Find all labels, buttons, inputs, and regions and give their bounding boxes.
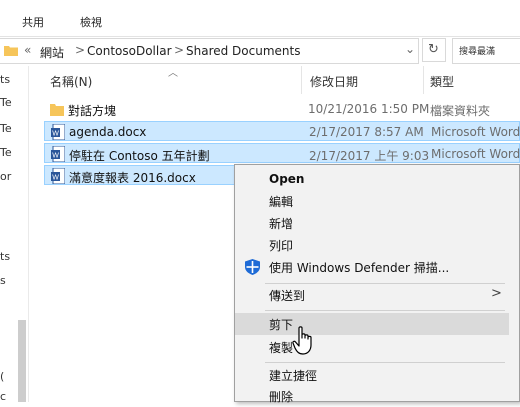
file-name: 滿意度報表 2016.docx (69, 171, 196, 185)
menu-item-label: 新增 (269, 217, 294, 231)
menu-item-label: 複製 (269, 341, 294, 355)
nav-item[interactable]: Te (0, 122, 12, 135)
file-name: agenda.docx (69, 125, 147, 139)
search-input[interactable]: 搜尋最滿 (452, 38, 520, 64)
nav-item[interactable]: s (0, 274, 6, 287)
nav-item[interactable]: ( (0, 370, 4, 383)
sort-ascending-icon: ︿ (168, 68, 178, 79)
file-name: 對話方塊 (68, 104, 117, 118)
menu-item-label: 建立捷徑 (269, 369, 318, 383)
svg-text:W: W (52, 153, 59, 160)
file-row[interactable]: W 停駐在 Contoso 五年計劃 2/17/2017 上午 9:03 Mic… (44, 143, 520, 163)
address-bar[interactable]: « 網站 > ContosoDollar > Shared Documents … (0, 38, 419, 64)
folder-icon (50, 104, 64, 116)
menu-item-send-to[interactable]: 傳送到 > (235, 284, 509, 306)
word-doc-icon: W (51, 124, 65, 140)
menu-item-new[interactable]: 新增 (235, 212, 509, 234)
nav-scrollbar-thumb[interactable] (18, 320, 26, 402)
hand-cursor-icon (292, 326, 312, 355)
menu-item-cut[interactable]: 剪下 (235, 313, 509, 335)
column-header-type[interactable]: 類型 (430, 73, 454, 90)
file-date: 2/17/2017 上午 9:03 (309, 149, 430, 163)
menu-item-open[interactable]: Open (235, 169, 509, 191)
folder-icon (4, 46, 18, 56)
ribbon-tab-view[interactable]: 檢視 (80, 14, 102, 30)
word-doc-icon: W (51, 168, 65, 184)
svg-text:W: W (52, 175, 59, 182)
menu-item-edit[interactable]: 編輯 (235, 190, 509, 212)
windows-defender-icon (245, 259, 260, 275)
menu-item-label: 列印 (269, 239, 294, 253)
submenu-arrow-icon: > (491, 286, 502, 301)
column-header-name[interactable]: 名稱(N) (50, 73, 92, 90)
nav-item[interactable]: Te (0, 96, 12, 109)
nav-item[interactable]: or (0, 170, 11, 183)
menu-item-label: 剪下 (269, 318, 294, 332)
file-row[interactable]: 對話方塊 10/21/2016 1:50 PM 檔案資料夾 (44, 99, 520, 119)
menu-item-print[interactable]: 列印 (235, 234, 509, 256)
menu-item-copy[interactable]: 複製 (235, 336, 509, 358)
file-date: 2/17/2017 8:57 AM (309, 125, 424, 139)
ribbon: 共用 檢視 (0, 0, 520, 37)
menu-separator (265, 362, 505, 363)
menu-item-label: 使用 Windows Defender 掃描... (269, 261, 450, 275)
menu-item-label: 傳送到 (269, 289, 306, 303)
menu-separator (265, 310, 505, 311)
refresh-icon: ↻ (428, 42, 439, 57)
nav-item[interactable]: ts (0, 250, 10, 263)
breadcrumb-site[interactable]: 網站 (40, 44, 64, 61)
file-row[interactable]: W agenda.docx 2/17/2017 8:57 AM Microsof… (44, 121, 520, 141)
menu-item-delete[interactable]: 刪除 (235, 385, 509, 407)
column-divider[interactable] (301, 66, 302, 94)
column-divider[interactable] (423, 66, 424, 94)
back-chevron-icon[interactable]: « (24, 43, 31, 57)
menu-item-label: 編輯 (269, 195, 294, 209)
menu-item-label: 刪除 (269, 390, 294, 404)
column-header-date[interactable]: 修改日期 (310, 73, 358, 90)
file-date: 10/21/2016 1:50 PM (308, 102, 430, 116)
search-placeholder: 搜尋最滿 (459, 47, 496, 57)
file-type: Microsoft Word (431, 125, 520, 139)
breadcrumb-separator[interactable]: > (174, 43, 184, 57)
file-name: 停駐在 Contoso 五年計劃 (69, 149, 210, 163)
file-type: Microsoft Word (431, 147, 520, 161)
nav-item[interactable]: Te (0, 146, 12, 159)
ribbon-tab-share[interactable]: 共用 (22, 14, 44, 30)
context-menu: Open 編輯 新增 列印 使用 Windows Defender 掃描... … (234, 164, 520, 404)
menu-item-defender-scan[interactable]: 使用 Windows Defender 掃描... (235, 256, 509, 278)
menu-item-label: Open (269, 172, 305, 186)
breadcrumb-shared-documents[interactable]: Shared Documents (186, 44, 300, 58)
word-doc-icon: W (51, 146, 65, 162)
nav-item[interactable]: ts (0, 73, 10, 86)
nav-item[interactable]: c (0, 390, 6, 403)
refresh-button[interactable]: ↻ (422, 38, 446, 62)
address-dropdown-icon[interactable]: ⌄ (405, 42, 415, 56)
file-type: 檔案資料夾 (430, 104, 491, 118)
menu-item-create-shortcut[interactable]: 建立捷徑 (235, 364, 509, 386)
breadcrumb-separator[interactable]: > (75, 43, 85, 57)
svg-text:W: W (52, 131, 59, 138)
breadcrumb-contosodollar[interactable]: ContosoDollar (87, 44, 172, 58)
